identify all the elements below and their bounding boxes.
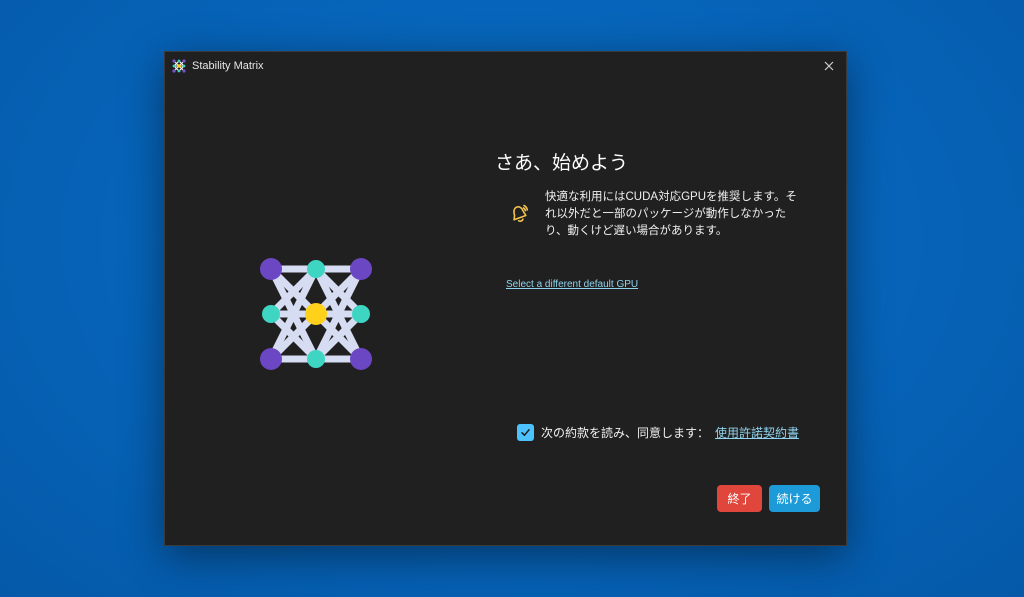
logo-node-corner	[350, 348, 372, 370]
agree-label: 次の約款を読み、同意します：	[541, 426, 710, 440]
stability-matrix-logo-icon	[172, 59, 186, 73]
quit-button[interactable]: 終了	[717, 485, 762, 512]
close-button[interactable]	[820, 57, 838, 75]
logo-node-edge	[262, 305, 280, 323]
logo-node-corner	[260, 348, 282, 370]
setup-window: Stability Matrix さあ、始めよう 快適な利用にはCUDA対応GP…	[164, 51, 847, 546]
continue-button[interactable]: 続ける	[769, 485, 820, 512]
logo-node-edge	[352, 305, 370, 323]
page-heading: さあ、始めよう	[495, 153, 629, 174]
logo-node-edge	[307, 260, 325, 278]
title-bar: Stability Matrix	[165, 52, 846, 80]
close-icon	[824, 61, 834, 71]
logo-node-corner	[350, 258, 372, 280]
checkmark-icon	[521, 429, 530, 436]
bell-icon	[513, 204, 529, 222]
logo-node-corner	[260, 258, 282, 280]
license-agreement-row: 次の約款を読み、同意します： 使用許諾契約書	[517, 424, 799, 441]
stability-matrix-large-logo	[260, 258, 372, 370]
window-title: Stability Matrix	[192, 60, 264, 72]
logo-node-edge	[307, 350, 325, 368]
gpu-warning-text: 快適な利用にはCUDA対応GPUを推奨します。それ以外だと一部のパッケージが動作…	[545, 191, 797, 237]
select-gpu-link[interactable]: Select a different default GPU	[506, 279, 638, 290]
logo-node-center	[305, 303, 327, 325]
license-link[interactable]: 使用許諾契約書	[715, 424, 799, 441]
agree-checkbox[interactable]	[517, 424, 534, 441]
